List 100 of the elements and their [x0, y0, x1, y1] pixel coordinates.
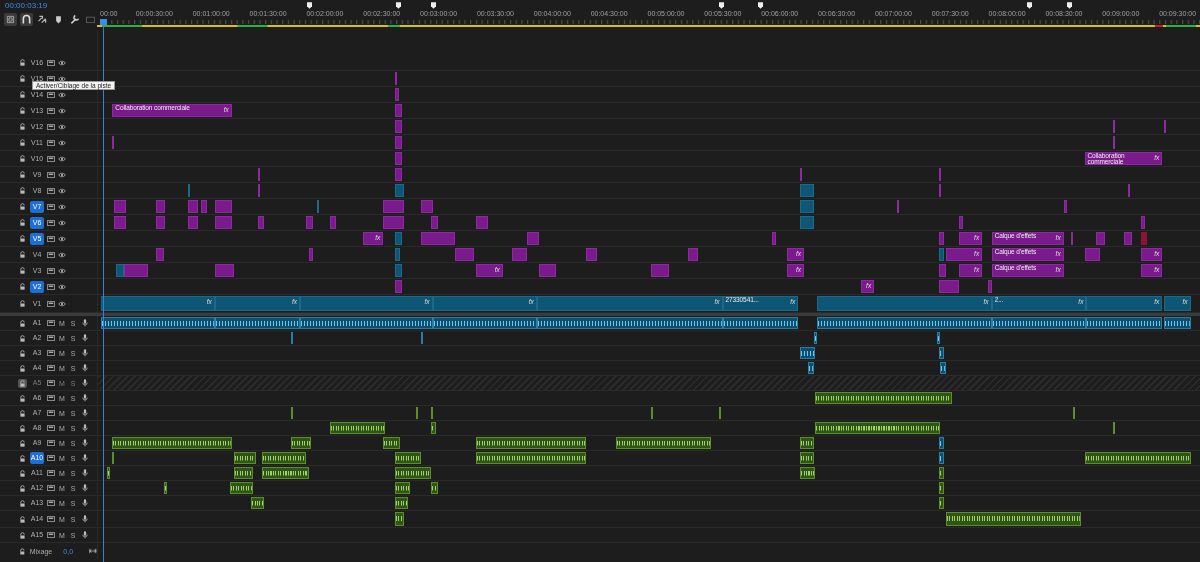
- adjustment-clip[interactable]: [527, 232, 539, 245]
- audio-clip[interactable]: [262, 467, 310, 479]
- audio-clip[interactable]: [430, 407, 433, 419]
- adjustment-clip[interactable]: [394, 280, 403, 293]
- audio-clip[interactable]: [250, 497, 264, 509]
- lock-icon[interactable]: [18, 498, 27, 508]
- microphone-icon[interactable]: [82, 349, 88, 357]
- adjustment-clip[interactable]: [155, 248, 164, 261]
- lock-icon[interactable]: [18, 74, 27, 83]
- adjustment-clip[interactable]: [123, 264, 149, 277]
- sync-lock-icon[interactable]: [47, 171, 55, 178]
- audio-clip[interactable]: [394, 482, 410, 494]
- marker-icon[interactable]: [758, 2, 764, 9]
- audio-clip[interactable]: [938, 452, 945, 464]
- audio-clip[interactable]: [991, 317, 1087, 329]
- adjustment-clip[interactable]: [1124, 232, 1132, 245]
- audio-clip[interactable]: [815, 422, 941, 434]
- audio-clip[interactable]: [112, 452, 115, 464]
- microphone-icon[interactable]: [82, 499, 88, 507]
- adjustment-clip[interactable]: [1141, 216, 1146, 229]
- microphone-icon[interactable]: [82, 319, 88, 327]
- adjustment-clip[interactable]: [430, 216, 439, 229]
- adjustment-clip[interactable]: [155, 200, 166, 213]
- adjustment-clip[interactable]: [394, 136, 403, 149]
- adjustment-clip[interactable]: [421, 232, 456, 245]
- adjustment-clip[interactable]: [1112, 120, 1115, 133]
- sync-lock-icon[interactable]: [47, 335, 55, 341]
- audio-clip[interactable]: [101, 317, 215, 329]
- adjustment-clip[interactable]: [394, 168, 403, 181]
- audio-clip[interactable]: [800, 452, 814, 464]
- adjustment-clip[interactable]: [394, 120, 403, 133]
- audio-clip[interactable]: [722, 317, 799, 329]
- microphone-icon[interactable]: [82, 424, 88, 432]
- audio-clip[interactable]: [430, 482, 439, 494]
- adjustment-clip[interactable]: [383, 216, 405, 229]
- lock-icon[interactable]: [18, 453, 27, 463]
- lock-icon[interactable]: [18, 266, 27, 275]
- audio-clip[interactable]: [415, 407, 418, 419]
- adjustment-clip[interactable]: [1071, 232, 1074, 245]
- microphone-icon[interactable]: [82, 454, 88, 462]
- microphone-icon[interactable]: [82, 334, 88, 342]
- sync-lock-icon[interactable]: [47, 139, 55, 146]
- eye-icon[interactable]: [58, 219, 66, 226]
- adjustment-clip[interactable]: [394, 88, 399, 101]
- adjustment-clip[interactable]: [114, 200, 126, 213]
- eye-icon[interactable]: [58, 235, 66, 242]
- marker-icon[interactable]: [396, 2, 402, 9]
- sync-lock-icon[interactable]: [47, 395, 55, 401]
- go-to-end-icon[interactable]: [89, 548, 97, 554]
- adjustment-clip[interactable]: [1084, 248, 1100, 261]
- audio-clip[interactable]: [936, 332, 941, 344]
- audio-clip[interactable]: [106, 467, 111, 479]
- lock-icon[interactable]: [18, 202, 27, 211]
- video-clip[interactable]: [938, 248, 945, 261]
- microphone-icon[interactable]: [82, 484, 88, 492]
- eye-icon[interactable]: [58, 107, 66, 114]
- sync-lock-icon[interactable]: [47, 532, 55, 538]
- adjustment-clip[interactable]: [258, 184, 261, 197]
- sync-lock-icon[interactable]: [47, 470, 55, 476]
- sync-lock-icon[interactable]: [47, 485, 55, 491]
- lock-icon[interactable]: [18, 186, 27, 195]
- sync-lock-icon[interactable]: [47, 75, 55, 82]
- audio-clip[interactable]: [940, 362, 947, 374]
- adjustment-clip[interactable]: [394, 152, 403, 165]
- sync-lock-icon[interactable]: [47, 300, 55, 307]
- video-clip[interactable]: [394, 232, 403, 245]
- lock-icon[interactable]: [18, 546, 27, 556]
- adjustment-clip[interactable]: [258, 216, 264, 229]
- sync-lock-icon[interactable]: [47, 350, 55, 356]
- audio-clip[interactable]: [813, 332, 818, 344]
- eye-icon[interactable]: [58, 59, 66, 66]
- audio-clip[interactable]: [807, 362, 814, 374]
- lock-icon[interactable]: [18, 438, 27, 448]
- audio-clip[interactable]: [616, 437, 712, 449]
- audio-clip[interactable]: [421, 332, 424, 344]
- adjustment-clip[interactable]: [112, 136, 115, 149]
- audio-clip[interactable]: [1073, 407, 1076, 419]
- adjustment-clip[interactable]: [800, 168, 803, 181]
- video-clip[interactable]: [188, 184, 191, 197]
- lock-icon[interactable]: [18, 299, 27, 308]
- audio-clip[interactable]: [476, 452, 587, 464]
- audio-clip[interactable]: [229, 482, 253, 494]
- adjustment-clip[interactable]: [512, 248, 528, 261]
- audio-clip[interactable]: [394, 467, 431, 479]
- sync-lock-icon[interactable]: [47, 365, 55, 371]
- audio-clip[interactable]: [394, 512, 405, 526]
- sync-lock-icon[interactable]: [47, 283, 55, 290]
- audio-clip[interactable]: [946, 512, 1081, 526]
- eye-icon[interactable]: [58, 91, 66, 98]
- eye-icon[interactable]: [58, 155, 66, 162]
- audio-clip[interactable]: [233, 452, 257, 464]
- audio-clip[interactable]: [299, 317, 433, 329]
- adjustment-clip[interactable]: [538, 264, 556, 277]
- adjustment-clip[interactable]: [1128, 184, 1131, 197]
- adjustment-clip[interactable]: [771, 232, 776, 245]
- sync-lock-icon[interactable]: [47, 500, 55, 506]
- nested-clip[interactable]: [1141, 232, 1147, 245]
- playhead-handle[interactable]: [100, 19, 108, 25]
- adjustment-clip[interactable]: [688, 248, 698, 261]
- adjustment-clip[interactable]: [1095, 232, 1106, 245]
